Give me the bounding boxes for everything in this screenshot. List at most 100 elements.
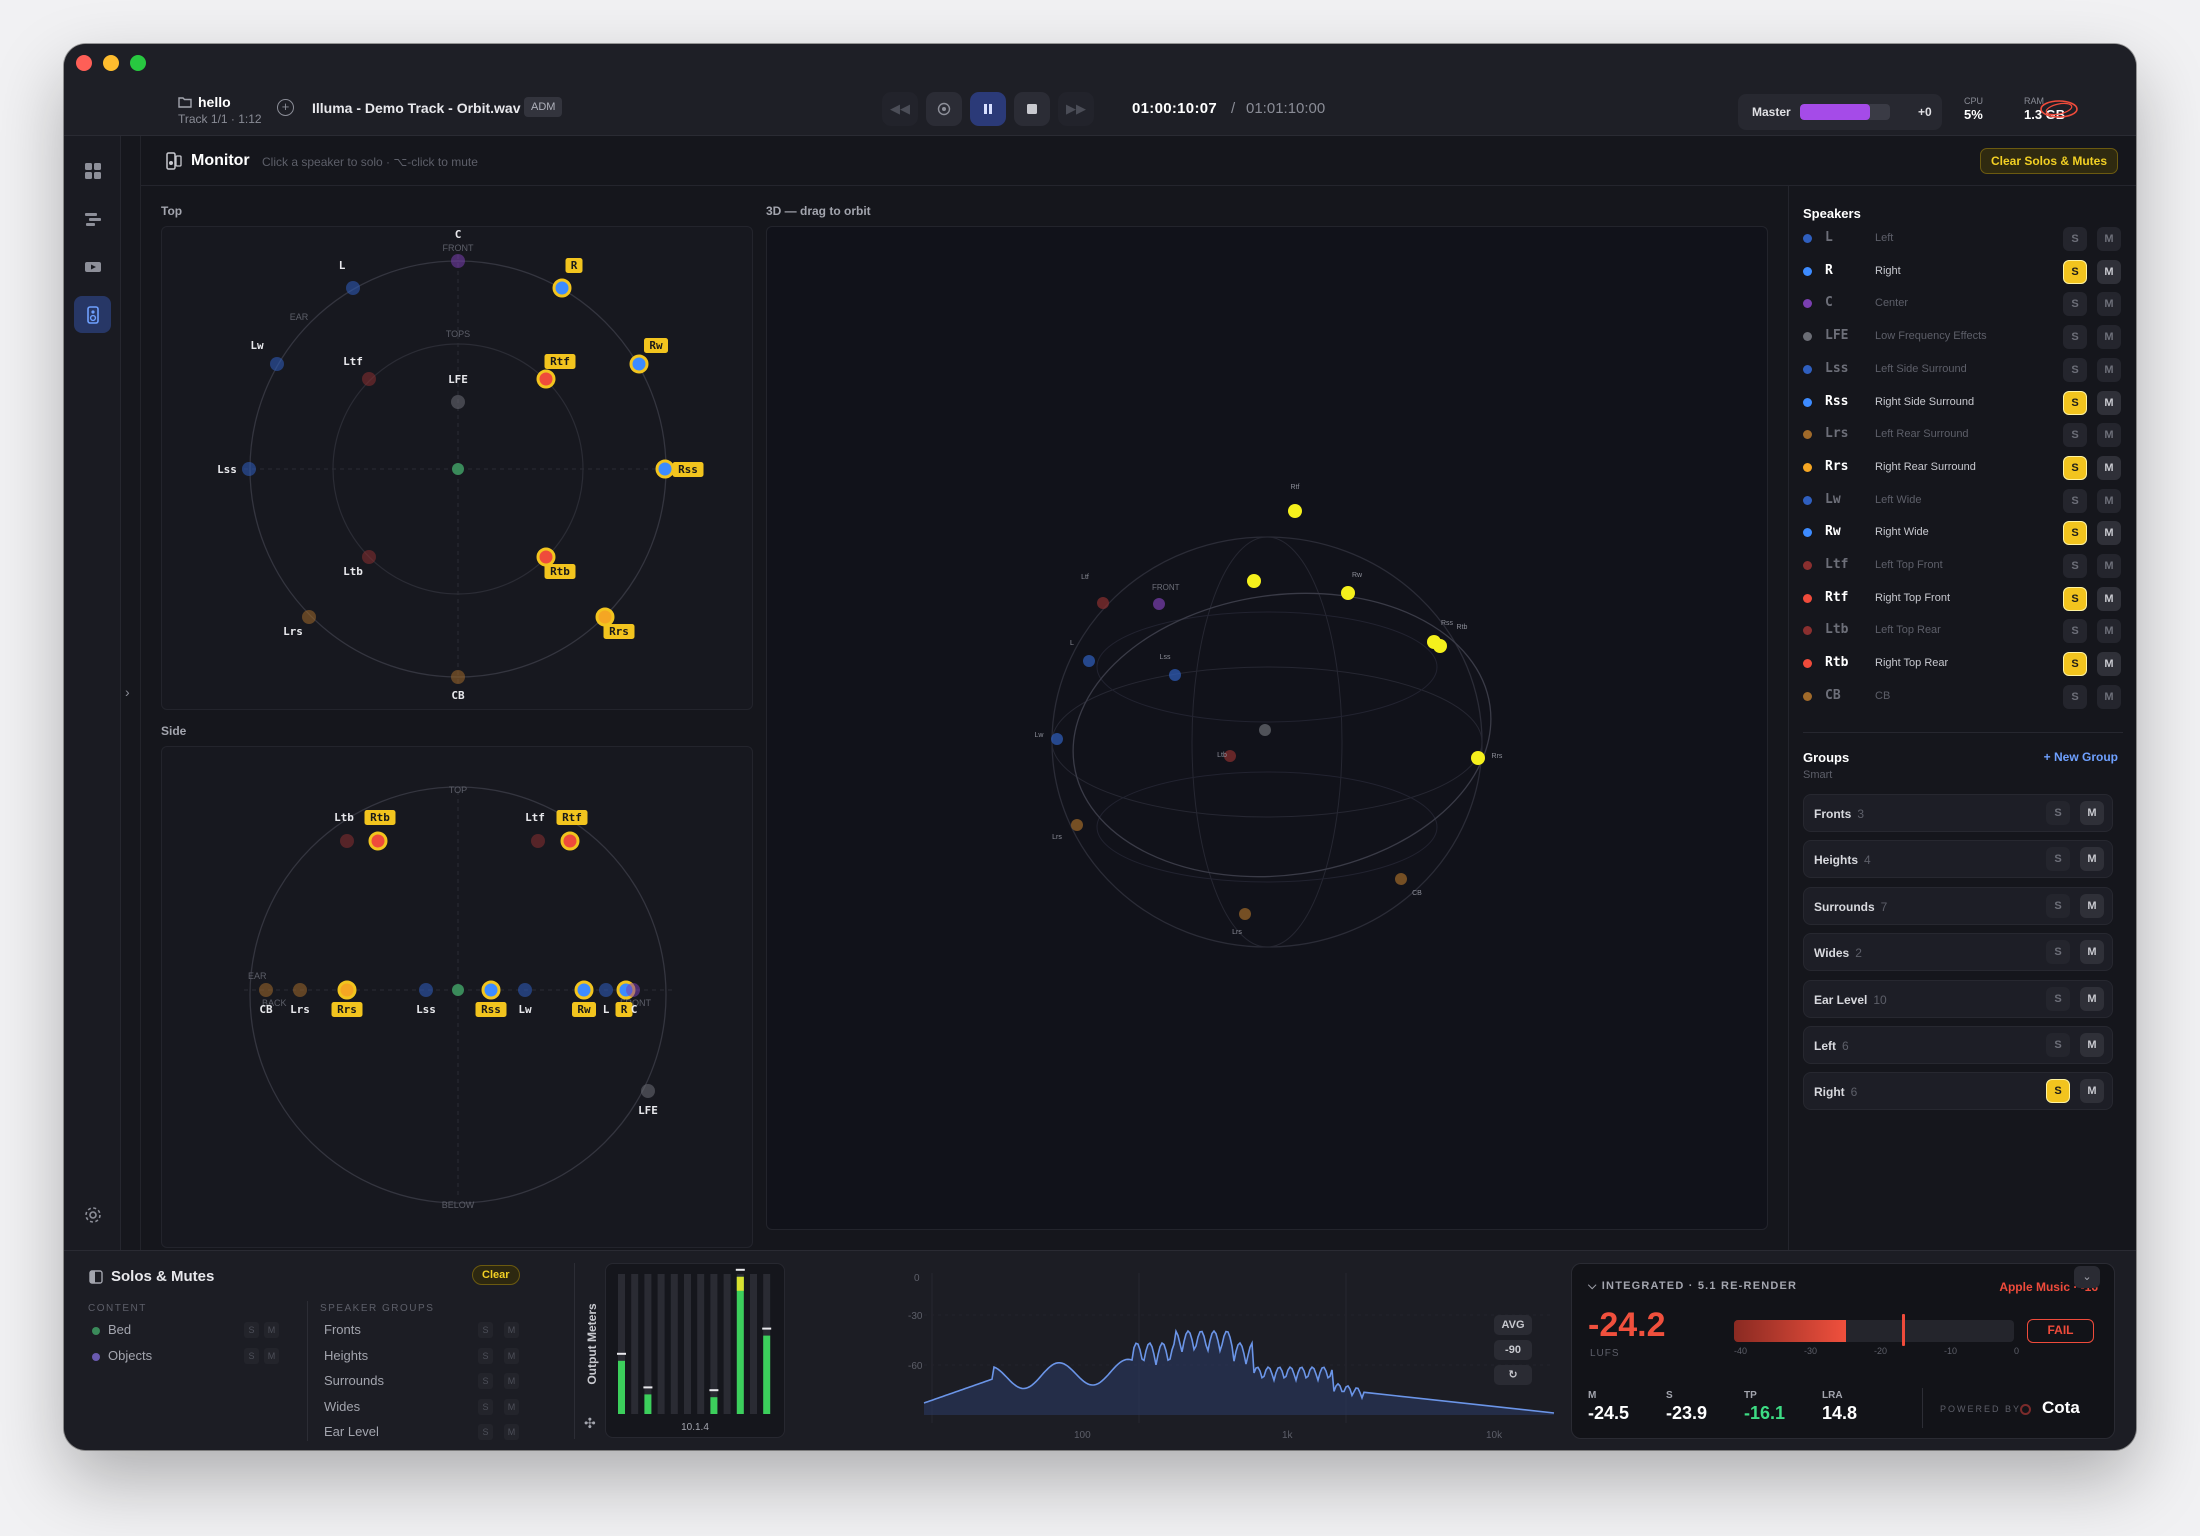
speaker-lfe-dot[interactable]: [451, 395, 465, 409]
speaker-ltb-dot[interactable]: [340, 834, 354, 848]
top-view-canvas[interactable]: FRONT EAR TOPS C L R Lw Rw Ltf Rtf LFE Lss Rss Ltb…: [162, 227, 753, 710]
speaker-ltb-dot[interactable]: [362, 550, 376, 564]
fast-forward-button[interactable]: ▶▶: [1058, 92, 1094, 126]
group-row-left[interactable]: Left 6 S M: [1803, 1026, 2113, 1064]
speaker-ltf-solo-button[interactable]: S: [2063, 554, 2087, 578]
speaker-group-fronts-mute-button[interactable]: M: [504, 1322, 519, 1338]
group-ear-level-mute-button[interactable]: M: [2080, 986, 2104, 1011]
timeline-icon[interactable]: [74, 200, 111, 237]
rewind-button[interactable]: ◀◀: [882, 92, 918, 126]
pause-button[interactable]: [970, 92, 1006, 126]
speaker-rtb-mute-button[interactable]: M: [2097, 652, 2121, 677]
speaker-lss-dot[interactable]: [419, 983, 433, 997]
speaker-lss-solo-button[interactable]: S: [2063, 357, 2087, 382]
speaker-group-heights-mute-button[interactable]: M: [504, 1347, 519, 1364]
orbit-speaker-lrs-dot[interactable]: [1239, 908, 1251, 920]
group-row-right[interactable]: Right 6 S M: [1803, 1072, 2113, 1111]
speaker-group-surrounds-mute-button[interactable]: M: [504, 1373, 519, 1389]
top-view[interactable]: FRONT EAR TOPS C L R Lw Rw Ltf Rtf LFE Lss Rss Ltb…: [161, 226, 753, 710]
speaker-ltf-dot[interactable]: [531, 834, 545, 848]
group-fronts-mute-button[interactable]: M: [2080, 801, 2104, 825]
orbit-speaker-cb-dot[interactable]: [1395, 873, 1407, 885]
group-surrounds-mute-button[interactable]: M: [2080, 893, 2104, 918]
speaker-row-l[interactable]: L Left S M: [1803, 224, 2123, 254]
speaker-lrs-dot[interactable]: [293, 983, 307, 997]
group-left-mute-button[interactable]: M: [2080, 1033, 2104, 1057]
content-objects-solo-button[interactable]: S: [244, 1348, 259, 1364]
speaker-lw-dot[interactable]: [518, 983, 532, 997]
group-left-solo-button[interactable]: S: [2046, 1033, 2070, 1057]
orbit-speaker-rrs-dot[interactable]: [1471, 751, 1485, 765]
group-wides-mute-button[interactable]: M: [2080, 940, 2104, 965]
group-row-fronts[interactable]: Fronts 3 S M: [1803, 794, 2113, 832]
speaker-group-row-heights[interactable]: Heights S M: [324, 1347, 544, 1367]
group-right-solo-button[interactable]: S: [2046, 1079, 2070, 1104]
speaker-lw-mute-button[interactable]: M: [2097, 488, 2121, 513]
group-wides-solo-button[interactable]: S: [2046, 940, 2070, 965]
speaker-group-heights-solo-button[interactable]: S: [478, 1347, 493, 1364]
speaker-cb-dot[interactable]: [451, 670, 465, 684]
group-row-heights[interactable]: Heights 4 S M: [1803, 840, 2113, 879]
speaker-ltf-dot[interactable]: [362, 372, 376, 386]
speaker-lfe-dot[interactable]: [641, 1084, 655, 1098]
content-row-bed[interactable]: Bed S M: [92, 1321, 292, 1341]
speaker-rw-dot[interactable]: [574, 980, 594, 1000]
speaker-rss-mute-button[interactable]: M: [2097, 390, 2121, 415]
speaker-row-r[interactable]: R Right S M: [1803, 257, 2123, 287]
speaker-rss-dot[interactable]: [481, 980, 501, 1000]
group-row-surrounds[interactable]: Surrounds 7 S M: [1803, 886, 2113, 925]
speaker-row-rss[interactable]: Rss Right Side Surround S M: [1803, 388, 2123, 418]
add-track-button[interactable]: +: [277, 99, 294, 116]
speaker-rtb-dot[interactable]: [368, 831, 388, 851]
speaker-rw-dot[interactable]: [629, 354, 649, 374]
speaker-lw-dot[interactable]: [270, 357, 284, 371]
spectrum-avg-button[interactable]: AVG: [1494, 1315, 1532, 1335]
speaker-row-lss[interactable]: Lss Left Side Surround S M: [1803, 355, 2123, 385]
speaker-lrs-mute-button[interactable]: M: [2097, 423, 2121, 448]
content-objects-mute-button[interactable]: M: [264, 1348, 279, 1364]
speaker-lss-dot[interactable]: [242, 462, 256, 476]
speaker-l-dot[interactable]: [346, 281, 360, 295]
speaker-rrs-solo-button[interactable]: S: [2063, 455, 2087, 480]
group-heights-solo-button[interactable]: S: [2046, 847, 2070, 872]
orbit-speaker-lss-dot[interactable]: [1169, 669, 1181, 681]
gear-icon[interactable]: [74, 1196, 111, 1233]
media-icon[interactable]: [74, 248, 111, 285]
speaker-l-mute-button[interactable]: M: [2097, 227, 2121, 251]
chevron-down-icon[interactable]: ⌵: [1588, 1280, 1602, 1292]
speaker-rss-solo-button[interactable]: S: [2063, 390, 2087, 415]
orbit-speaker-rtf-dot[interactable]: [1288, 504, 1302, 518]
speaker-rtf-mute-button[interactable]: M: [2097, 586, 2121, 611]
speaker-rrs-mute-button[interactable]: M: [2097, 455, 2121, 480]
orbit-speaker-c-dot[interactable]: [1153, 598, 1165, 610]
speaker-rss-dot[interactable]: [655, 459, 675, 479]
speaker-group-ear-level-solo-button[interactable]: S: [478, 1424, 493, 1440]
speaker-cb-solo-button[interactable]: S: [2063, 684, 2087, 709]
speaker-rw-solo-button[interactable]: S: [2063, 521, 2087, 546]
speaker-group-surrounds-solo-button[interactable]: S: [478, 1373, 493, 1389]
master-volume-slider[interactable]: [1800, 104, 1890, 120]
orbit-speaker-l-dot[interactable]: [1083, 655, 1095, 667]
side-view-canvas[interactable]: TOP EAR BACK FRONT BELOW Ltb Rtb Ltf RtfCB L…: [162, 747, 753, 1248]
clear-solos-button[interactable]: Clear: [472, 1265, 520, 1285]
speaker-group-row-wides[interactable]: Wides S M: [324, 1398, 544, 1418]
orbit-speaker-ltf-dot[interactable]: [1097, 597, 1109, 609]
speaker-rrs-dot[interactable]: [595, 607, 615, 627]
minimize-window-button[interactable]: [103, 55, 119, 71]
speaker-lfe-solo-button[interactable]: S: [2063, 325, 2087, 350]
spectrum-reset-button[interactable]: ↻: [1494, 1365, 1532, 1385]
speaker-group-row-fronts[interactable]: Fronts S M: [324, 1321, 544, 1341]
stop-button[interactable]: [1014, 92, 1050, 126]
speaker-c-mute-button[interactable]: M: [2097, 292, 2121, 317]
speaker-row-rw[interactable]: Rw Right Wide S M: [1803, 518, 2123, 548]
speaker-rtb-solo-button[interactable]: S: [2063, 652, 2087, 677]
monitor-icon[interactable]: [74, 296, 111, 333]
speaker-l-solo-button[interactable]: S: [2063, 227, 2087, 251]
speaker-lrs-solo-button[interactable]: S: [2063, 423, 2087, 448]
sidebar-toggle-icon[interactable]: [89, 1269, 103, 1284]
speaker-ltb-mute-button[interactable]: M: [2097, 619, 2121, 644]
speaker-rtb-dot[interactable]: [536, 547, 556, 567]
speaker-group-fronts-solo-button[interactable]: S: [478, 1322, 493, 1338]
group-heights-mute-button[interactable]: M: [2080, 847, 2104, 872]
speaker-r-dot[interactable]: [552, 278, 572, 298]
